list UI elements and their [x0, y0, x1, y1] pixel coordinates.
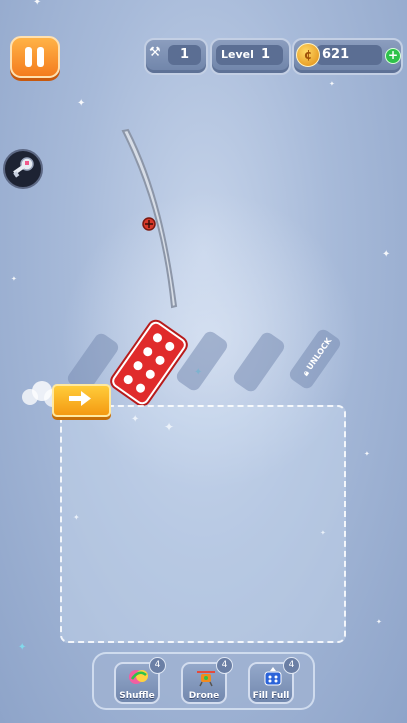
coin-counter: ¢ 621 +	[292, 38, 403, 75]
launch-arrow-button[interactable]	[52, 384, 111, 417]
drone-count-badge: 4	[216, 657, 233, 674]
coin-icon: ¢	[296, 43, 320, 67]
play-tray[interactable]	[60, 405, 346, 643]
drone-label: Drone	[188, 691, 220, 701]
drone-booster-button[interactable]: Drone 4	[181, 657, 233, 704]
plus-icon: +	[387, 48, 399, 62]
shuffle-icon	[129, 670, 148, 684]
shuffle-label: Shuffle	[119, 691, 155, 701]
shuffle-count-badge: 4	[149, 657, 166, 674]
star: ✦	[33, 0, 42, 8]
key-icon	[13, 157, 34, 178]
add-coins-button[interactable]: +	[385, 48, 401, 64]
moves-counter: ⚒ 1	[144, 38, 208, 75]
level-value: 1	[261, 47, 271, 62]
shuffle-booster-button[interactable]: Shuffle 4	[114, 657, 166, 704]
star: ✦	[364, 450, 370, 458]
moves-icon: ⚒	[149, 45, 161, 60]
booster-bar: Shuffle 4 Drone 4 Fill Full 4	[92, 652, 315, 710]
star: ✦	[329, 80, 335, 88]
fill-full-label: Fill Full	[252, 691, 290, 701]
coin-value: 621	[322, 47, 350, 62]
fill-full-booster-button[interactable]: Fill Full 4	[248, 657, 300, 704]
star: ✦	[11, 275, 17, 283]
key-button[interactable]	[3, 149, 43, 189]
drone-icon	[197, 671, 215, 687]
star: ✦	[18, 642, 27, 653]
moves-value: 1	[179, 47, 190, 62]
level-label: Level	[221, 48, 254, 61]
pause-button[interactable]	[10, 36, 60, 78]
spinning-bar	[121, 128, 178, 309]
level-indicator: Level 1	[210, 38, 291, 75]
fill-full-icon	[264, 667, 282, 686]
arrow-right-icon	[69, 391, 91, 406]
star: ✦	[382, 249, 391, 260]
star: ✦	[77, 98, 86, 109]
star: ✦	[376, 618, 382, 626]
fill-full-count-badge: 4	[283, 657, 300, 674]
